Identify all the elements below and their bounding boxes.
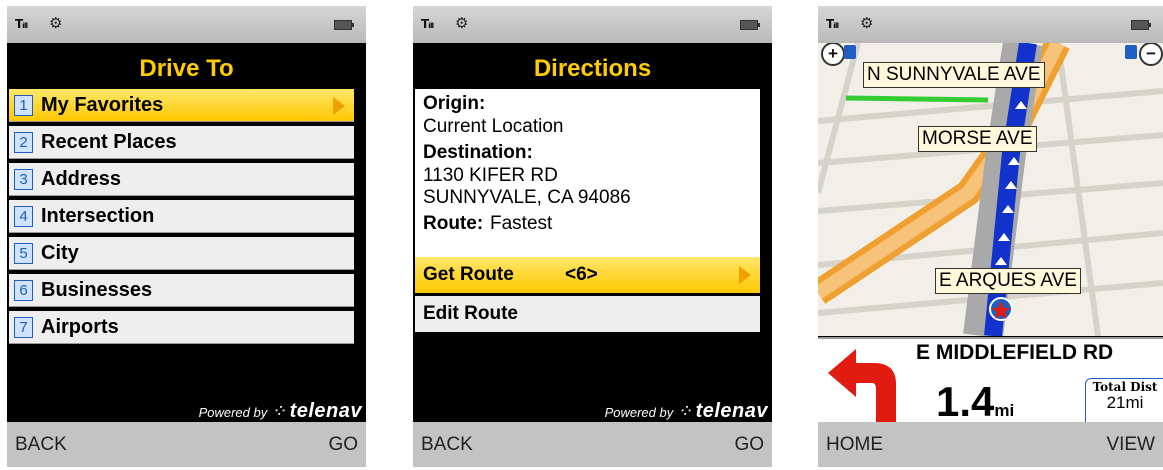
menu-item-address[interactable]: 3 Address [9, 163, 354, 196]
menu-item-airports[interactable]: 7 Airports [9, 311, 354, 344]
item-number: 6 [14, 280, 33, 301]
drive-to-screen: Tᵢₗₗ ⚙ Drive To 1 My Favorites 2 Recent … [7, 6, 366, 467]
telenav-logo-icon: ⁘ [270, 401, 286, 421]
next-street-name: E MIDDLEFIELD RD [916, 341, 1114, 364]
item-label: Intersection [41, 205, 155, 227]
drive-to-menu: 1 My Favorites 2 Recent Places 3 Address… [9, 89, 354, 348]
distance-unit: mi [994, 401, 1015, 420]
menu-item-intersection[interactable]: 4 Intersection [9, 200, 354, 233]
menu-item-recent-places[interactable]: 2 Recent Places [9, 126, 354, 159]
item-label: Airports [41, 316, 119, 338]
get-route-label: Get Route [423, 264, 514, 285]
street-label-e-arques: E ARQUES AVE [935, 268, 1081, 294]
item-label: Address [41, 168, 122, 190]
battery-icon [1131, 20, 1151, 30]
home-softkey[interactable]: HOME [826, 422, 883, 467]
item-number: 2 [14, 132, 33, 153]
zoom-out-button[interactable]: − [1139, 43, 1163, 66]
item-number: 7 [14, 317, 33, 338]
route-value: Fastest [490, 213, 553, 234]
softkey-bar: BACK GO [7, 422, 366, 467]
menu-item-my-favorites[interactable]: 1 My Favorites [9, 89, 354, 122]
page-title: Directions [533, 55, 652, 82]
go-softkey[interactable]: GO [734, 422, 764, 467]
battery-icon [740, 20, 760, 30]
battery-icon [334, 20, 354, 30]
zoom-in-button[interactable]: + [821, 43, 845, 66]
route-label: Route: [423, 213, 484, 234]
origin-label: Origin: [423, 93, 486, 114]
powered-by: Powered by ⁘ telenav [199, 400, 362, 423]
edit-route-button[interactable]: Edit Route [415, 296, 760, 332]
gear-icon: ⚙ [860, 14, 874, 32]
go-softkey[interactable]: GO [328, 422, 358, 467]
item-number: 3 [14, 169, 33, 190]
destination-line1: 1130 KIFER RD [423, 165, 558, 186]
item-number: 4 [14, 206, 33, 227]
street-label-n-sunnyvale: N SUNNYVALE AVE [863, 62, 1045, 88]
total-dist-label: Total Dist [1092, 380, 1158, 394]
distance-value: 1.4 [936, 378, 995, 425]
get-route-button[interactable]: Get Route <6> [415, 257, 760, 293]
page-title: Drive To [139, 55, 234, 82]
item-label: Businesses [41, 279, 153, 301]
origin-value: Current Location [423, 116, 564, 137]
powered-by: Powered by ⁘ telenav [605, 400, 768, 423]
total-distance-box: Total Dist 21mi [1085, 378, 1163, 426]
status-bar: Tᵢₗₗ ⚙ [413, 6, 772, 43]
item-label: Recent Places [41, 131, 177, 153]
back-softkey[interactable]: BACK [15, 422, 67, 467]
signal-icon: Tᵢₗₗ [826, 17, 839, 31]
destination-label: Destination: [423, 142, 533, 163]
gear-icon: ⚙ [49, 14, 63, 32]
arrow-right-icon [333, 97, 345, 115]
map-layer-icon [844, 45, 856, 59]
item-number: 1 [14, 95, 33, 116]
signal-icon: Tᵢₗₗ [15, 17, 28, 31]
brand-name: telenav [289, 400, 362, 422]
status-bar: Tᵢₗₗ ⚙ [818, 6, 1163, 43]
item-number: 5 [14, 243, 33, 264]
edit-route-label: Edit Route [423, 303, 518, 324]
destination-line2: SUNNYVALE, CA 94086 [423, 187, 631, 208]
map-layer-icon-right [1125, 45, 1137, 59]
telenav-logo-icon: ⁘ [676, 401, 692, 421]
menu-item-businesses[interactable]: 6 Businesses [9, 274, 354, 307]
navigation-map-screen: Tᵢₗₗ ⚙ + − N SUNNYVALE AVE MORSE AVE E A… [818, 6, 1163, 467]
item-label: City [41, 242, 79, 264]
menu-item-city[interactable]: 5 City [9, 237, 354, 270]
signal-icon: Tᵢₗₗ [421, 17, 434, 31]
powered-by-label: Powered by [198, 405, 268, 420]
gear-icon: ⚙ [455, 14, 469, 32]
softkey-bar: HOME VIEW [818, 422, 1163, 467]
softkey-bar: BACK GO [413, 422, 772, 467]
highlight-segment [845, 95, 989, 103]
directions-summary: Origin: Current Location Destination: 11… [415, 89, 760, 257]
turn-left-arrow-icon [828, 349, 896, 424]
turn-guidance-panel: E MIDDLEFIELD RD 1.4mi Total Dist 21mi [818, 337, 1163, 426]
route-map[interactable]: + − N SUNNYVALE AVE MORSE AVE E ARQUES A… [818, 43, 1163, 336]
arrow-right-icon [739, 266, 751, 284]
brand-name: telenav [695, 400, 768, 422]
directions-screen: Tᵢₗₗ ⚙ Directions Origin: Current Locati… [413, 6, 772, 467]
item-label: My Favorites [41, 94, 164, 116]
back-softkey[interactable]: BACK [421, 422, 473, 467]
street-label-morse: MORSE AVE [918, 126, 1037, 152]
route-count: <6> [565, 264, 598, 285]
total-dist-value: 21mi [1106, 393, 1144, 412]
powered-by-label: Powered by [604, 405, 674, 420]
status-bar: Tᵢₗₗ ⚙ [7, 6, 366, 43]
view-softkey[interactable]: VIEW [1106, 422, 1155, 467]
